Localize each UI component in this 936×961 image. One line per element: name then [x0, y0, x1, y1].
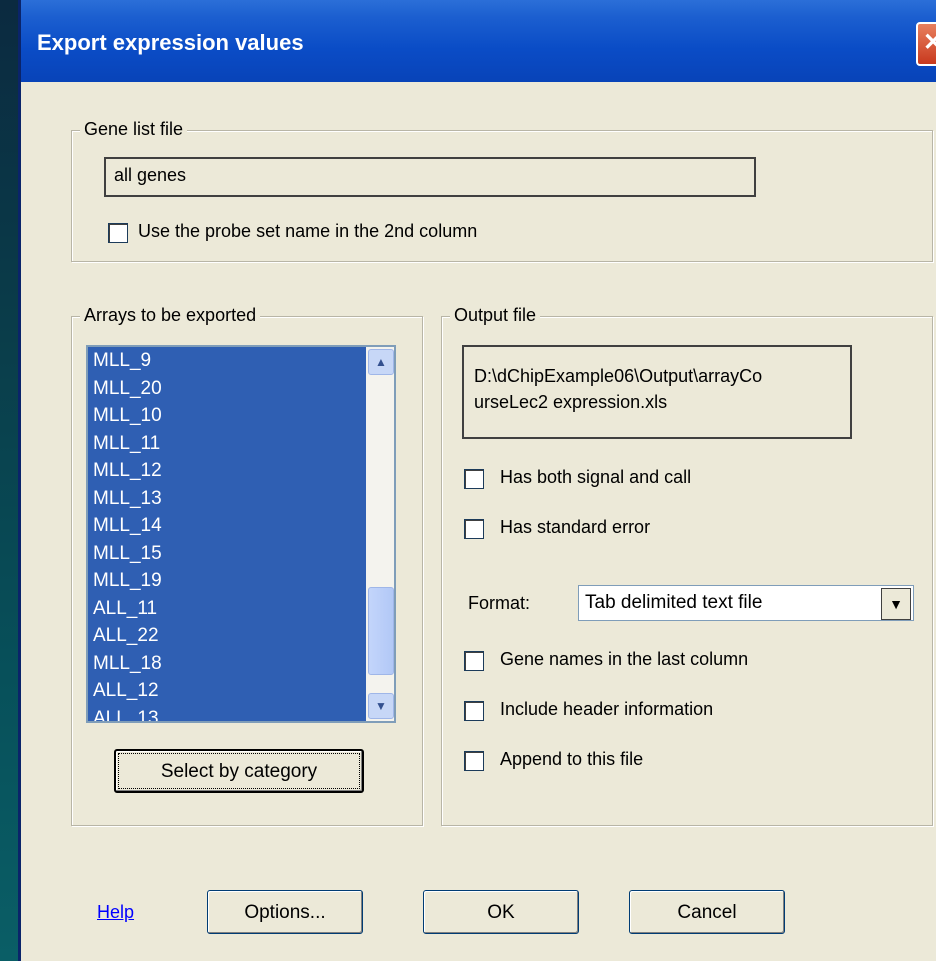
append-label: Append to this file: [500, 749, 644, 769]
list-item[interactable]: MLL_13: [88, 485, 366, 513]
cancel-button-label: Cancel: [677, 902, 737, 923]
arrays-group: Arrays to be exported MLL_9 MLL_20 MLL_10 M…: [71, 305, 423, 826]
chevron-down-icon[interactable]: ▼: [881, 588, 911, 620]
append-checkbox[interactable]: [464, 751, 484, 771]
options-button[interactable]: Options...: [207, 890, 363, 934]
options-button-label: Options...: [244, 902, 326, 923]
list-item[interactable]: MLL_19: [88, 567, 366, 595]
dialog-client: Gene list file all genes Use the probe s…: [21, 82, 936, 961]
list-item[interactable]: ALL_12: [88, 677, 366, 705]
list-item[interactable]: ALL_11: [88, 595, 366, 623]
list-item[interactable]: ALL_13: [88, 705, 366, 722]
format-select-value: Tab delimited text file: [585, 592, 763, 613]
output-group-label: Output file: [450, 305, 541, 326]
ok-button-label: OK: [487, 902, 515, 923]
std-error-checkbox[interactable]: [464, 519, 484, 539]
output-path-line1: D:\dChipExample06\Output\arrayCo: [474, 366, 763, 386]
select-by-category-label: Select by category: [160, 761, 318, 782]
arrays-group-label: Arrays to be exported: [80, 305, 261, 326]
arrays-list-items: MLL_9 MLL_20 MLL_10 MLL_11 MLL_12 MLL_13 MLL_1…: [88, 347, 366, 721]
title-bar[interactable]: Export expression values ✕: [21, 0, 936, 82]
ok-button[interactable]: OK: [423, 890, 579, 934]
close-button[interactable]: ✕: [916, 22, 936, 66]
output-path-field[interactable]: D:\dChipExample06\Output\arrayCo urseLec…: [462, 345, 852, 439]
list-item[interactable]: MLL_12: [88, 457, 366, 485]
arrays-listbox[interactable]: MLL_9 MLL_20 MLL_10 MLL_11 MLL_12 MLL_13 MLL_1…: [86, 345, 396, 723]
scroll-thumb[interactable]: [368, 587, 394, 675]
dialog-window: Export expression values ✕ Gene list fil…: [18, 0, 936, 961]
format-label: Format:: [468, 593, 531, 613]
list-item[interactable]: MLL_9: [88, 347, 366, 375]
gene-names-last-checkbox[interactable]: [464, 651, 484, 671]
close-icon: ✕: [922, 29, 936, 56]
probe-name-checkbox[interactable]: [108, 223, 128, 243]
help-link[interactable]: Help: [97, 902, 134, 923]
format-select[interactable]: Tab delimited text file ▼: [578, 585, 914, 621]
header-info-checkbox[interactable]: [464, 701, 484, 721]
gene-list-group-label: Gene list file: [80, 119, 188, 140]
cancel-button[interactable]: Cancel: [629, 890, 785, 934]
scroll-down-icon[interactable]: ▼: [368, 693, 394, 719]
gene-list-group: Gene list file all genes Use the probe s…: [71, 119, 933, 262]
probe-name-checkbox-label: Use the probe set name in the 2nd column: [138, 221, 478, 241]
list-item[interactable]: MLL_18: [88, 650, 366, 678]
gene-list-field[interactable]: all genes: [104, 157, 756, 197]
scroll-up-icon[interactable]: ▲: [368, 349, 394, 375]
list-item[interactable]: MLL_10: [88, 402, 366, 430]
signal-call-checkbox[interactable]: [464, 469, 484, 489]
output-group: Output file D:\dChipExample06\Output\arr…: [441, 305, 933, 826]
output-path-line2: urseLec2 expression.xls: [474, 392, 668, 412]
dialog-title: Export expression values: [37, 30, 304, 55]
gene-names-last-label: Gene names in the last column: [500, 649, 749, 669]
std-error-label: Has standard error: [500, 517, 651, 537]
select-by-category-button[interactable]: Select by category: [114, 749, 364, 793]
header-info-label: Include header information: [500, 699, 714, 719]
list-item[interactable]: MLL_11: [88, 430, 366, 458]
arrays-scrollbar[interactable]: ▲ ▼: [366, 347, 394, 721]
list-item[interactable]: MLL_15: [88, 540, 366, 568]
list-item[interactable]: MLL_20: [88, 375, 366, 403]
list-item[interactable]: ALL_22: [88, 622, 366, 650]
signal-call-label: Has both signal and call: [500, 467, 692, 487]
list-item[interactable]: MLL_14: [88, 512, 366, 540]
